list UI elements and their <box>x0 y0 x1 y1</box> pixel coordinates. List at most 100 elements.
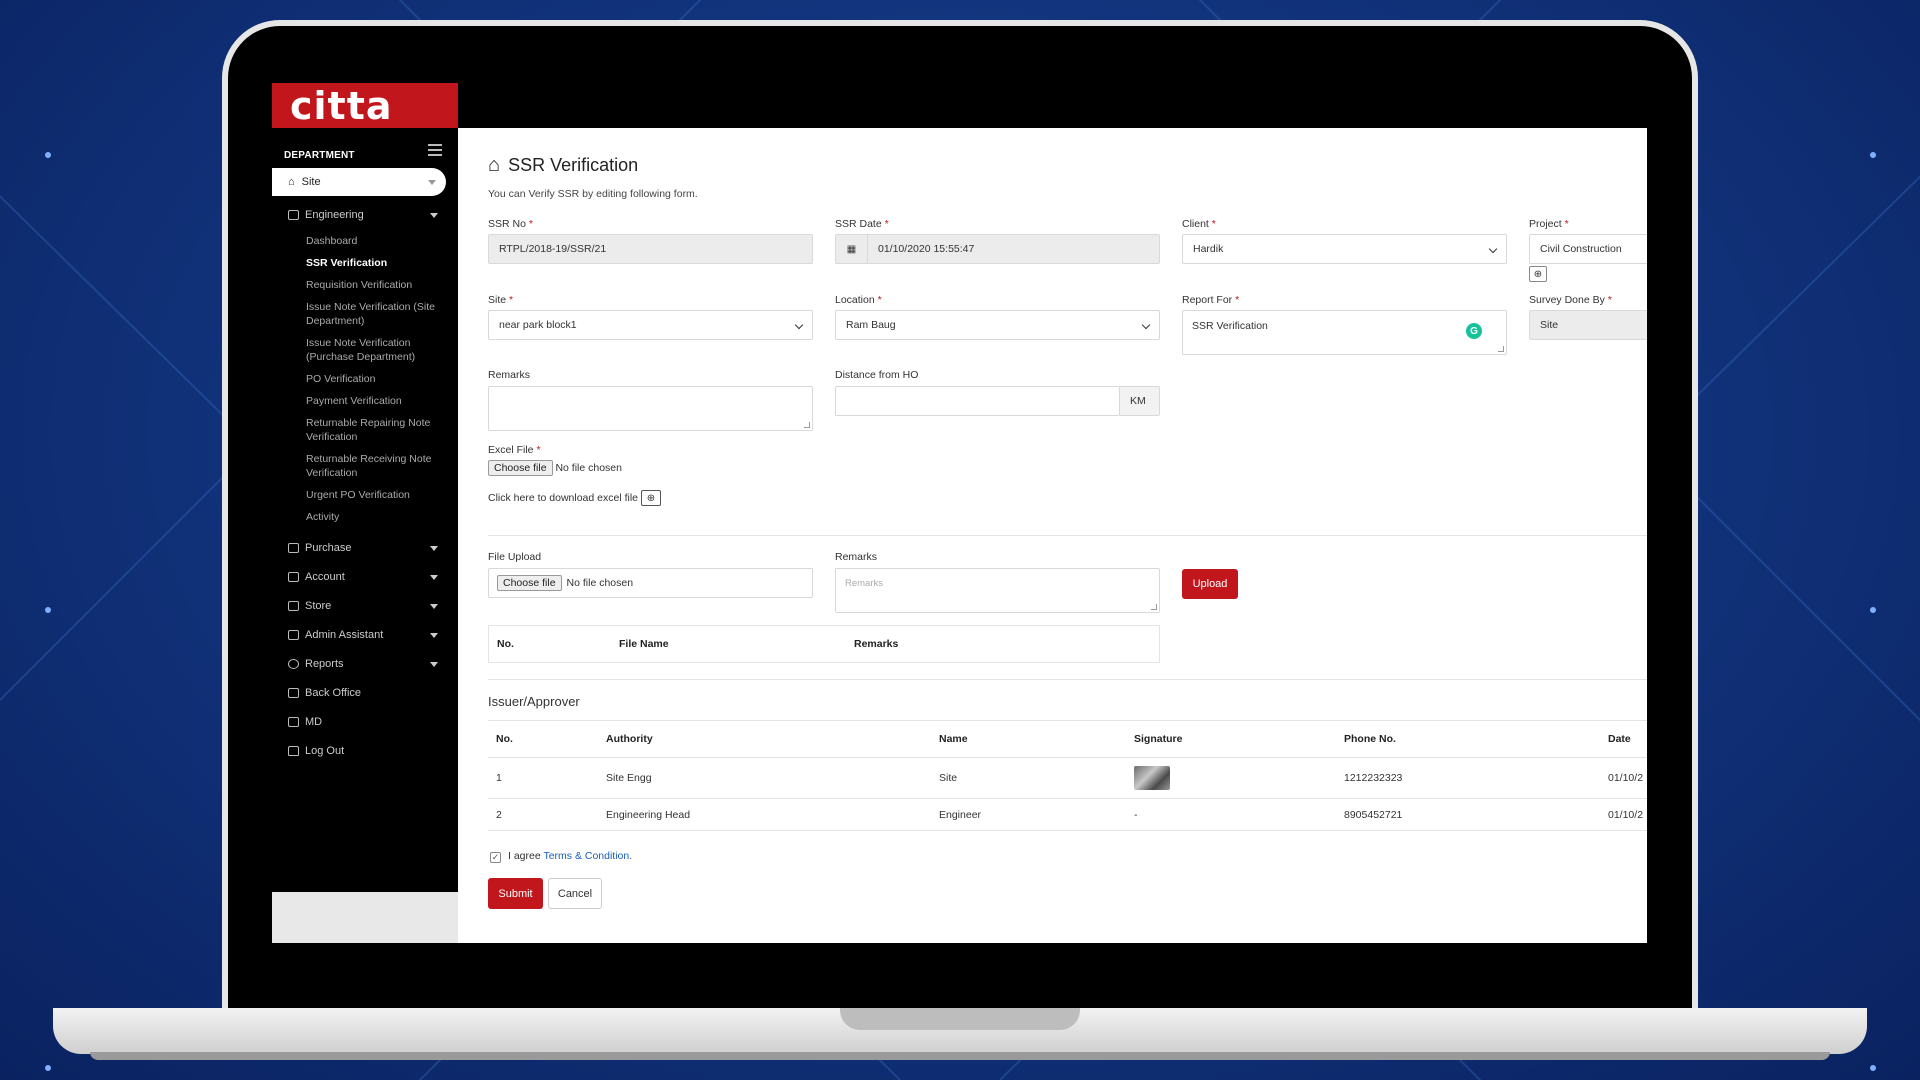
sidebar-subitem-po-verification[interactable]: PO Verification <box>306 372 442 386</box>
sidebar-item-engineering[interactable]: Engineering <box>288 209 438 221</box>
distance-input[interactable] <box>835 386 1120 416</box>
add-project-icon[interactable]: ⊕ <box>1529 266 1547 282</box>
sidebar-subitem-activity[interactable]: Activity <box>306 510 442 524</box>
upload-remarks-textarea[interactable]: Remarks <box>835 568 1160 613</box>
submit-button[interactable]: Submit <box>488 878 543 909</box>
sidebar-subitem-issue-note-purchase[interactable]: Issue Note Verification (Purchase Depart… <box>306 336 442 364</box>
upload-remarks-label: Remarks <box>835 551 878 563</box>
briefcase-icon <box>288 210 299 220</box>
sidebar-subitem-urgent-po[interactable]: Urgent PO Verification <box>306 488 442 502</box>
sidebar-subitem-ssr-verification[interactable]: SSR Verification <box>306 256 442 270</box>
client-select[interactable]: Hardik <box>1182 234 1507 264</box>
column-header: Name <box>939 733 968 745</box>
divider <box>488 535 1647 536</box>
unit-text: KM <box>1130 395 1146 407</box>
chevron-down-icon <box>430 213 438 218</box>
sidebar-item-md[interactable]: MD <box>288 716 438 728</box>
choose-file-button[interactable]: Choose file <box>497 575 562 591</box>
sidebar-item-label: Engineering <box>305 209 364 221</box>
survey-done-by-label: Survey Done By * <box>1529 294 1612 306</box>
sidebar-item-account[interactable]: Account <box>288 571 438 583</box>
sidebar-footer <box>272 892 458 943</box>
chevron-down-icon <box>428 180 436 185</box>
briefcase-icon <box>288 717 299 727</box>
upload-button[interactable]: Upload <box>1182 569 1238 599</box>
choose-file-button[interactable]: Choose file <box>488 460 553 476</box>
approver-table-header: No. Authority Name Signature Phone No. D… <box>488 720 1647 758</box>
file-status: No file chosen <box>566 577 634 589</box>
chevron-down-icon <box>430 662 438 667</box>
sidebar-subitem-returnable-repairing[interactable]: Returnable Repairing Note Verification <box>306 416 442 444</box>
row-authority: Site Engg <box>606 772 652 784</box>
sidebar-item-back-office[interactable]: Back Office <box>288 687 438 699</box>
cancel-button[interactable]: Cancel <box>548 878 602 909</box>
file-upload-input[interactable]: Choose file No file chosen <box>488 568 813 598</box>
row-date: 01/10/2 <box>1608 808 1644 821</box>
sidebar-item-purchase[interactable]: Purchase <box>288 542 438 554</box>
sidebar-item-site[interactable]: ⌂ Site <box>272 168 446 196</box>
menu-toggle-icon[interactable] <box>428 144 442 156</box>
row-authority: Engineering Head <box>606 808 691 821</box>
sidebar-item-log-out[interactable]: Log Out <box>288 745 438 757</box>
terms-link[interactable]: Terms & Condition. <box>543 850 632 862</box>
sidebar-item-label: Account <box>305 571 345 583</box>
distance-unit: KM <box>1119 386 1160 416</box>
field-value: RTPL/2018-19/SSR/21 <box>499 243 607 255</box>
ssr-no-field[interactable]: RTPL/2018-19/SSR/21 <box>488 234 813 264</box>
sidebar-subitem-dashboard[interactable]: Dashboard <box>306 234 442 248</box>
excel-file-input[interactable]: Choose file No file chosen <box>488 460 622 476</box>
sidebar-item-label: Back Office <box>305 687 362 699</box>
divider <box>488 679 1647 680</box>
survey-done-by-field[interactable]: Site <box>1529 310 1647 340</box>
sidebar-subitem-requisition-verification[interactable]: Requisition Verification <box>306 278 442 292</box>
sidebar-item-label: Store <box>305 600 332 612</box>
page-title: ⌂ SSR Verification <box>488 154 638 177</box>
row-phone: 1212232323 <box>1344 772 1403 784</box>
sidebar-subitem-returnable-receiving[interactable]: Returnable Receiving Note Verification <box>306 452 442 480</box>
chevron-down-icon <box>430 633 438 638</box>
home-icon: ⌂ <box>288 176 295 188</box>
calculator-icon <box>288 572 299 582</box>
sidebar-subitem-payment-verification[interactable]: Payment Verification <box>306 394 442 408</box>
sidebar-item-label: MD <box>305 716 323 728</box>
download-text: Click here to download excel file <box>488 492 638 504</box>
resize-handle-icon[interactable] <box>1151 604 1157 610</box>
calendar-icon: ▦ <box>836 235 868 263</box>
ssr-date-field[interactable]: ▦ 01/10/2020 15:55:47 <box>835 234 1160 264</box>
resize-handle-icon[interactable] <box>1498 346 1504 352</box>
column-header: Authority <box>606 733 653 745</box>
brand-logo[interactable]: citta <box>272 83 458 128</box>
report-for-textarea[interactable]: SSR Verification G <box>1182 310 1507 355</box>
sidebar-subitem-issue-note-site[interactable]: Issue Note Verification (Site Department… <box>306 300 442 328</box>
sidebar-item-label: Reports <box>305 658 344 670</box>
field-value: Ram Baug <box>846 319 896 331</box>
laptop-base-shadow <box>90 1052 1830 1060</box>
briefcase-icon <box>288 688 299 698</box>
sidebar-item-label: Log Out <box>305 745 345 757</box>
sidebar-item-store[interactable]: Store <box>288 600 438 612</box>
location-select[interactable]: Ram Baug <box>835 310 1160 340</box>
label-text: Location <box>835 294 875 306</box>
label-text: Site <box>488 294 507 306</box>
download-icon[interactable]: ⊕ <box>641 490 661 506</box>
table-row: 1 Site Engg Site 1212232323 01/10/2 <box>488 758 1647 799</box>
download-excel-link[interactable]: Click here to download excel file ⊕ <box>488 490 661 506</box>
agree-checkbox[interactable]: ✓ <box>490 852 501 863</box>
remarks-textarea[interactable] <box>488 386 813 431</box>
resize-handle-icon[interactable] <box>804 422 810 428</box>
sidebar-item-reports[interactable]: Reports <box>288 658 438 670</box>
agree-text: I agree Terms & Condition. <box>508 850 632 862</box>
row-name: Site <box>939 772 958 784</box>
sidebar-item-admin-assistant[interactable]: Admin Assistant <box>288 629 438 641</box>
row-date: 01/10/2 <box>1608 772 1644 784</box>
label-text: Client <box>1182 218 1209 230</box>
report-for-label: Report For * <box>1182 294 1240 306</box>
label-text: SSR Date <box>835 218 882 230</box>
grammarly-icon[interactable]: G <box>1466 323 1482 339</box>
label-text: Survey Done By <box>1529 294 1605 306</box>
column-header: No. <box>497 638 514 650</box>
site-select[interactable]: near park block1 <box>488 310 813 340</box>
project-field[interactable]: Civil Construction <box>1529 234 1647 264</box>
column-header: File Name <box>619 638 669 650</box>
file-upload-label: File Upload <box>488 551 542 563</box>
